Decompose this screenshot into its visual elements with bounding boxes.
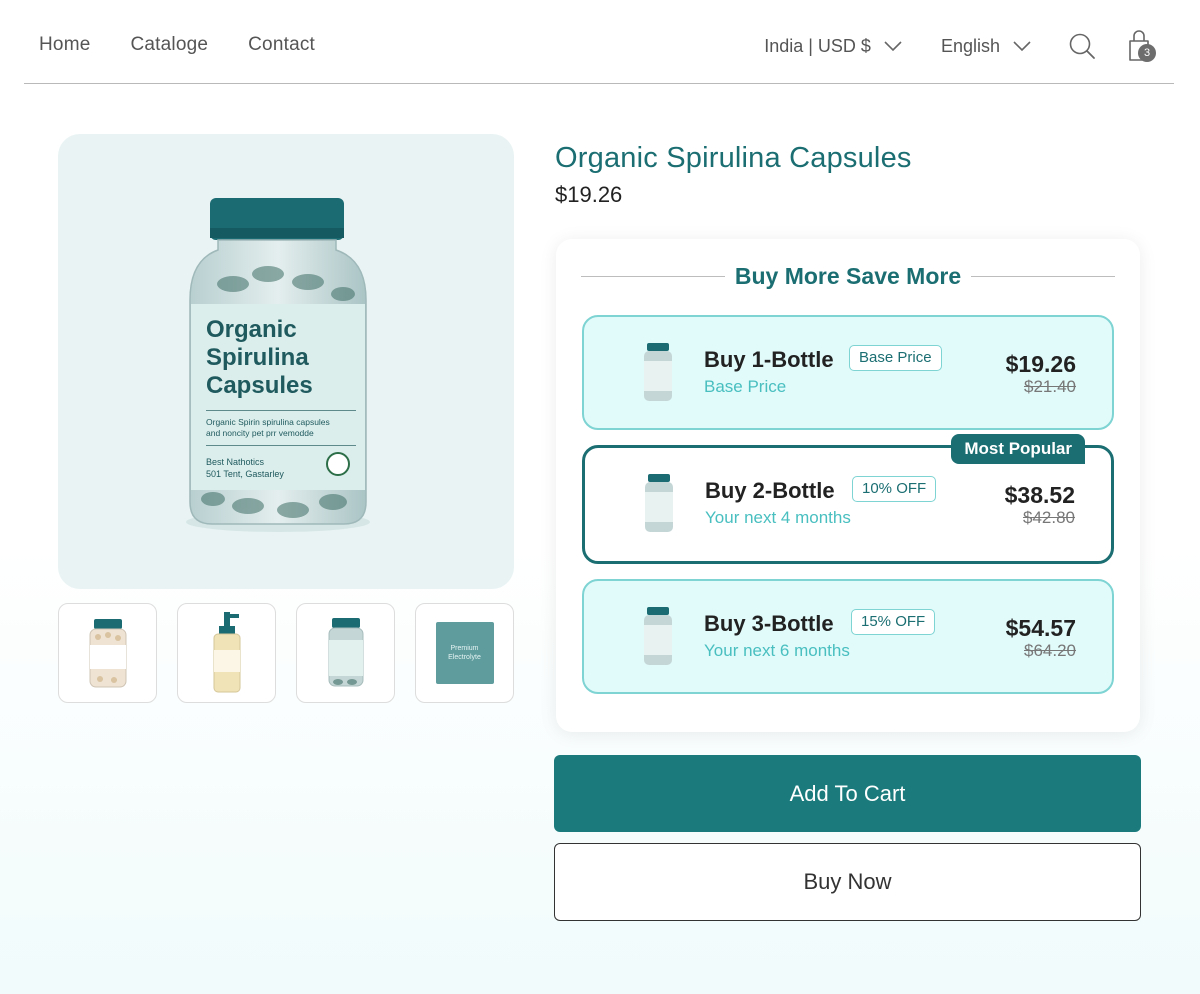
option-subtitle: Your next 6 months [704, 641, 850, 660]
option-subtitle: Your next 4 months [705, 508, 851, 527]
option-tag: 15% OFF [851, 609, 936, 635]
option-price: $19.26 [1005, 351, 1076, 377]
label-title-line3: Capsules [206, 372, 313, 399]
nav-contact[interactable]: Contact [248, 34, 315, 56]
option-old-price: $42.80 [1023, 508, 1075, 527]
nav-home[interactable]: Home [39, 34, 90, 56]
option-old-price: $21.40 [1024, 377, 1076, 396]
language-label: English [940, 35, 1000, 56]
bundle-heading: Buy More Save More [581, 261, 1115, 291]
thumbnail-strip: Premium Electrolyte [58, 603, 514, 703]
option-tag: 10% OFF [852, 476, 937, 502]
bottle-thumbnail-image [645, 474, 673, 532]
heading-divider [971, 275, 1115, 277]
bundle-heading-text: Buy More Save More [734, 262, 962, 289]
organic-seal-icon [326, 452, 350, 476]
label-title-line2: Spirulina [206, 344, 309, 371]
option-price: $54.57 [1005, 615, 1076, 641]
label-divider [206, 410, 356, 411]
cart-count-badge: 3 [1138, 44, 1156, 62]
label-desc-line2: and noncity pet prr vemodde [206, 428, 314, 438]
bottle-thumbnail-image [644, 343, 672, 401]
header-actions: India | USD $ English 3 [764, 26, 1174, 66]
label-desc-line1: Organic Spirin spirulina capsules [206, 417, 330, 427]
bottle-thumbnail-image [644, 607, 672, 665]
heading-divider [581, 275, 725, 277]
nav-cataloge[interactable]: Cataloge [130, 34, 208, 56]
label-divider [206, 445, 356, 446]
label-title-line1: Organic [206, 316, 297, 343]
thumbnail-electrolyte-sachet[interactable]: Premium Electrolyte [415, 603, 514, 703]
product-main-image[interactable]: Organic Spirulina Capsules Organic Spiri… [58, 134, 514, 589]
region-currency-selector[interactable]: India | USD $ [764, 36, 903, 57]
product-title: Organic Spirulina Capsules [555, 142, 912, 174]
bundle-option-1-bottle[interactable]: Buy 1-Bottle Base Price Base Price $19.2… [582, 315, 1114, 430]
option-subtitle: Base Price [704, 377, 787, 396]
product-price: $19.26 [555, 182, 623, 207]
option-name: Buy 2-Bottle [705, 478, 835, 503]
thumbnail-spirulina-bottle[interactable] [296, 603, 395, 703]
bundle-offer-card: Buy More Save More Buy 1-Bottle Base Pri… [556, 239, 1140, 732]
chevron-down-icon [884, 41, 902, 52]
thumbnail-pump-bottle[interactable] [177, 603, 276, 703]
cart-button[interactable]: 3 [1124, 28, 1160, 64]
language-selector[interactable]: English [941, 36, 1032, 57]
sachet-label-line2: Electrolyte [448, 654, 481, 661]
region-currency-label: India | USD $ [764, 35, 871, 56]
option-name: Buy 1-Bottle [704, 347, 834, 372]
option-tag: Base Price [849, 345, 942, 371]
chevron-down-icon [1013, 41, 1031, 52]
main-nav: Home Cataloge Contact [39, 34, 315, 56]
spirulina-bottle-image [328, 618, 363, 687]
thumbnail-multipurpose-capsules[interactable] [58, 603, 157, 703]
buy-now-button[interactable]: Buy Now [554, 843, 1141, 921]
pump-bottle-image [213, 612, 240, 693]
option-old-price: $64.20 [1024, 641, 1076, 660]
capsule-jar-image [89, 619, 126, 688]
add-to-cart-button[interactable]: Add To Cart [554, 755, 1141, 832]
bundle-option-2-bottle[interactable]: Most Popular Buy 2-Bottle 10% OFF Your n… [582, 434, 1114, 564]
search-icon[interactable] [1068, 32, 1096, 60]
bundle-option-3-bottle[interactable]: Buy 3-Bottle 15% OFF Your next 6 months … [582, 579, 1114, 694]
option-name: Buy 3-Bottle [704, 611, 834, 636]
electrolyte-sachet-image: Premium Electrolyte [435, 622, 494, 684]
sachet-label-line1: Premium [450, 645, 479, 652]
most-popular-badge: Most Popular [951, 434, 1085, 464]
site-header: Home Cataloge Contact India | USD $ Engl… [24, 0, 1174, 84]
option-price: $38.52 [1004, 482, 1075, 508]
